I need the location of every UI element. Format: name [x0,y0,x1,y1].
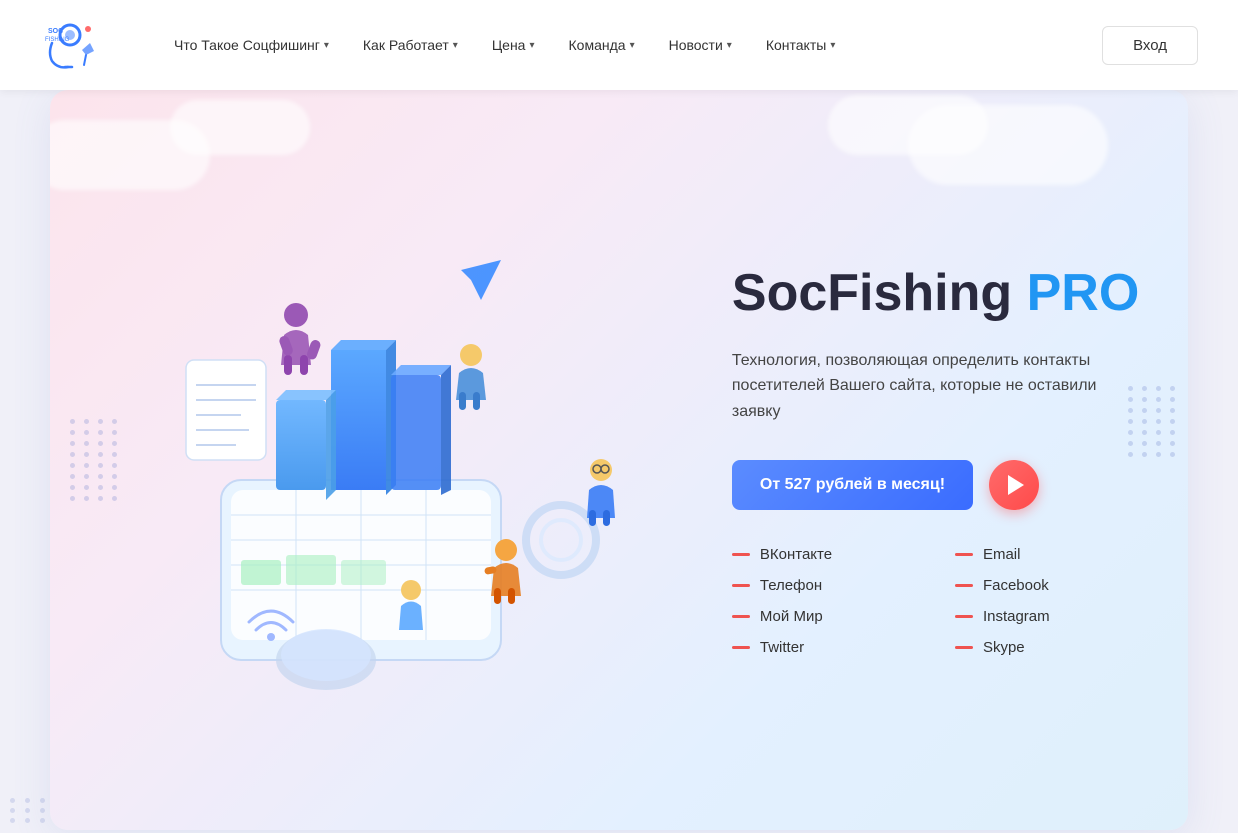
feature-twitter: Twitter [732,639,925,656]
feature-facebook: Facebook [955,577,1148,594]
chevron-down-icon: ▾ [324,40,329,51]
logo[interactable]: SOC FISHING [40,15,100,75]
hero-content: SocFishing PRO Технология, позволяющая о… [50,140,1188,780]
feature-skype: Skype [955,639,1148,656]
nav-item-contacts[interactable]: Контакты ▾ [752,29,850,61]
feature-vkontakte: ВКонтакте [732,546,925,563]
feature-myworld: Мой Мир [732,608,925,625]
features-grid: ВКонтакте Email Телефон Facebook [732,546,1148,656]
chevron-down-icon: ▾ [727,40,732,51]
header: SOC FISHING Что Такое Соцфишинг ▾ Как Ра… [0,0,1238,90]
chevron-down-icon: ▾ [453,40,458,51]
hero-illustration [90,180,672,740]
feature-phone: Телефон [732,577,925,594]
cloud-decoration-2 [170,100,310,155]
svg-text:FISHING: FISHING [45,37,70,43]
cta-area: От 527 рублей в месяц! [732,460,1148,510]
hero-title: SocFishing PRO [732,264,1148,324]
chevron-down-icon: ▾ [529,40,534,51]
nav-item-socfishing[interactable]: Что Такое Соцфишинг ▾ [160,29,343,61]
feature-email: Email [955,546,1148,563]
hero-text-area: SocFishing PRO Технология, позволяющая о… [712,264,1148,657]
cloud-decoration-4 [828,95,988,155]
play-button[interactable] [989,460,1039,510]
nav-item-team[interactable]: Команда ▾ [555,29,649,61]
nav-item-news[interactable]: Новости ▾ [655,29,746,61]
dot-grid-right: for(let i=0;i<28;i++) document.currentSc… [1128,386,1178,457]
login-button[interactable]: Вход [1102,26,1198,65]
feature-dash [732,646,750,649]
hero-card: for(let i=0;i<32;i++) document.currentSc… [50,90,1188,830]
feature-dash [732,615,750,618]
main-nav: Что Такое Соцфишинг ▾ Как Работает ▾ Цен… [160,29,1102,61]
nav-item-how-works[interactable]: Как Работает ▾ [349,29,472,61]
cta-button[interactable]: От 527 рублей в месяц! [732,460,973,510]
svg-text:SOC: SOC [48,28,63,35]
hero-subtitle: Технология, позволяющая определить конта… [732,348,1148,425]
feature-dash [955,646,973,649]
feature-instagram: Instagram [955,608,1148,625]
page-wrapper: for(let i=0;i<20;i++) document.currentSc… [0,0,1238,833]
feature-dash [955,615,973,618]
feature-dash [955,584,973,587]
nav-item-price[interactable]: Цена ▾ [478,29,549,61]
feature-dash [955,553,973,556]
chevron-down-icon: ▾ [830,40,835,51]
hero-section: for(let i=0;i<32;i++) document.currentSc… [50,90,1188,830]
chevron-down-icon: ▾ [630,40,635,51]
logo-icon: SOC FISHING [40,15,100,75]
feature-dash [732,553,750,556]
feature-dash [732,584,750,587]
hero-svg [101,200,661,720]
